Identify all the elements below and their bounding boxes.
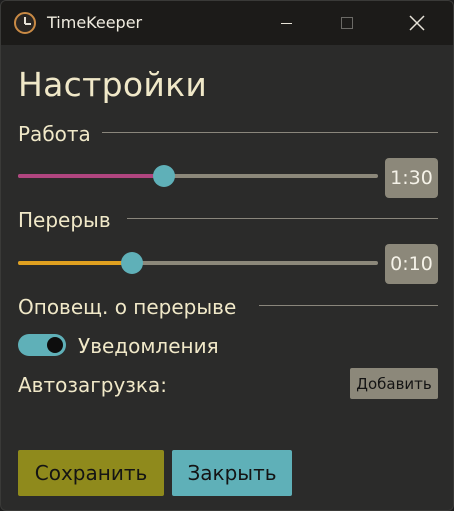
break-section-divider <box>127 218 438 219</box>
autostart-label: Автозагрузка: <box>18 373 167 397</box>
slider-fill <box>18 174 164 178</box>
break-notification-section-label: Оповещ. о перерыве <box>18 295 237 319</box>
clock-icon <box>14 12 36 34</box>
notification-section-divider <box>259 305 438 306</box>
settings-window: TimeKeeper Настройки Работа 1:30 Перерыв… <box>0 0 454 511</box>
window-title: TimeKeeper <box>47 13 143 32</box>
close-icon <box>409 15 425 31</box>
add-autostart-button[interactable]: Добавить <box>350 368 438 399</box>
notifications-toggle[interactable] <box>18 334 66 356</box>
work-duration-slider[interactable] <box>18 165 378 187</box>
slider-fill <box>18 261 133 265</box>
minimize-button[interactable] <box>263 1 309 45</box>
title-bar[interactable]: TimeKeeper <box>1 1 453 45</box>
work-section-divider <box>102 132 438 133</box>
save-button[interactable]: Сохранить <box>18 450 164 496</box>
notifications-toggle-label: Уведомления <box>78 334 219 358</box>
break-duration-value: 0:10 <box>385 244 438 284</box>
close-window-button[interactable] <box>394 1 440 45</box>
work-section-label: Работа <box>18 122 91 146</box>
toggle-knob <box>47 337 63 353</box>
break-section-label: Перерыв <box>18 208 111 232</box>
maximize-button[interactable] <box>324 1 370 45</box>
break-duration-slider[interactable] <box>18 252 378 274</box>
work-duration-value: 1:30 <box>385 158 438 198</box>
slider-thumb[interactable] <box>152 165 175 187</box>
close-button[interactable]: Закрыть <box>172 450 292 496</box>
page-title: Настройки <box>18 65 208 104</box>
slider-thumb[interactable] <box>121 252 144 274</box>
maximize-icon <box>341 17 353 29</box>
minimize-icon <box>280 22 292 24</box>
